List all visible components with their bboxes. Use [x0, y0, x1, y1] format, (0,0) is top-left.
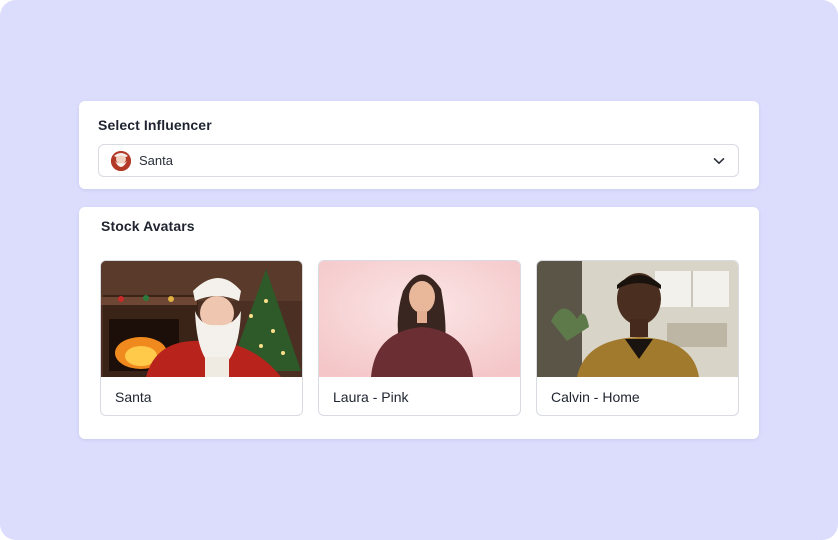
selected-influencer-value: Santa: [139, 153, 173, 168]
santa-thumbnail: [101, 261, 302, 377]
avatar-tile-laura-pink[interactable]: Laura - Pink: [318, 260, 521, 416]
calvin-home-thumbnail: [537, 261, 738, 377]
chevron-down-icon: [712, 154, 726, 168]
santa-avatar-icon: [111, 151, 131, 171]
select-influencer-title: Select Influencer: [98, 117, 212, 133]
select-influencer-card: Select Influencer Santa: [79, 101, 759, 189]
avatar-label-santa: Santa: [115, 389, 152, 405]
influencer-dropdown[interactable]: Santa: [98, 144, 739, 177]
avatar-label-calvin-home: Calvin - Home: [551, 389, 640, 405]
stock-avatars-title: Stock Avatars: [101, 218, 195, 234]
avatar-tile-calvin-home[interactable]: Calvin - Home: [536, 260, 739, 416]
stock-avatars-card: Stock Avatars Santa Laura - Pink Calvin …: [79, 207, 759, 439]
laura-pink-thumbnail: [319, 261, 520, 377]
avatar-label-laura-pink: Laura - Pink: [333, 389, 409, 405]
avatar-tile-santa[interactable]: Santa: [100, 260, 303, 416]
